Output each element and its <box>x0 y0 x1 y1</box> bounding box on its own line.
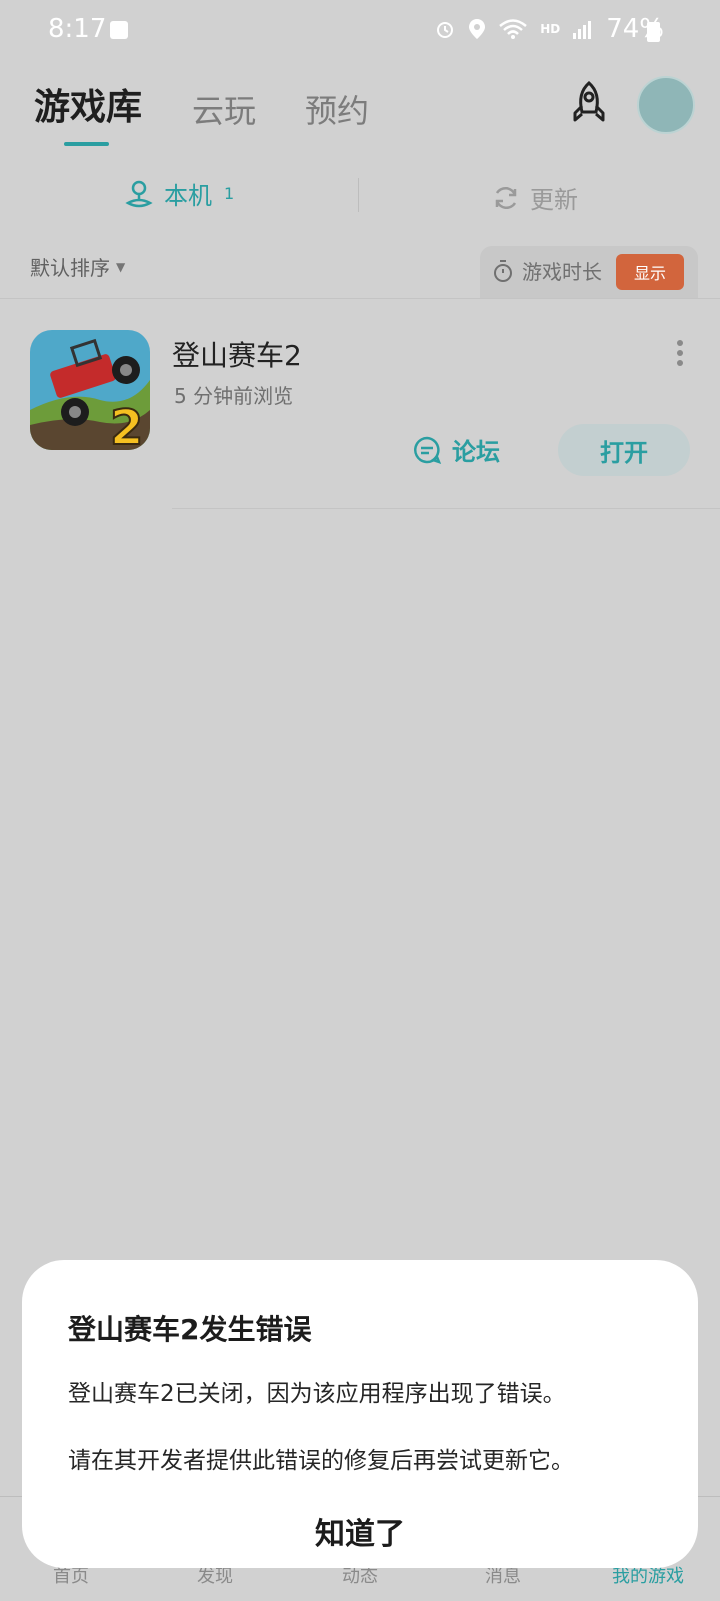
sort-dropdown[interactable]: 默认排序 ▼ <box>30 252 125 281</box>
dialog-message-2: 请在其开发者提供此错误的修复后再尝试更新它。 <box>68 1448 574 1474</box>
forum-label: 论坛 <box>452 438 500 466</box>
playtime-label: 游戏时长 <box>522 260 602 284</box>
battery-icon <box>647 22 660 42</box>
segment-local[interactable]: 本机 1 <box>124 176 234 211</box>
game-icon-badge: 2 <box>110 400 143 450</box>
stopwatch-icon <box>494 259 512 282</box>
game-title[interactable]: 登山赛车2 <box>172 334 302 374</box>
segment-local-count: 1 <box>224 184 235 203</box>
caret-down-icon: ▼ <box>116 259 126 274</box>
local-device-icon <box>125 180 153 207</box>
signal-icon <box>573 21 592 39</box>
sort-label: 默认排序 <box>30 256 110 280</box>
tab-reservation[interactable]: 预约 <box>305 86 369 132</box>
open-game-button[interactable]: 打开 <box>558 424 690 476</box>
segment-update[interactable]: 更新 <box>492 180 578 215</box>
show-playtime-button[interactable]: 显示 <box>616 254 684 290</box>
tab-game-library[interactable]: 游戏库 <box>34 78 142 130</box>
more-vertical-icon[interactable] <box>676 340 684 366</box>
refresh-icon <box>495 186 517 209</box>
active-tab-indicator <box>64 142 109 146</box>
location-icon <box>469 19 486 39</box>
segment-divider <box>358 178 359 212</box>
forum-link[interactable]: 论坛 <box>412 432 500 467</box>
game-last-viewed: 5 分钟前浏览 <box>174 384 294 408</box>
dialog-message-1: 登山赛车2已关闭，因为该应用程序出现了错误。 <box>68 1381 566 1407</box>
segment-update-label: 更新 <box>530 186 578 214</box>
hd-badge: HD <box>540 22 561 36</box>
segment-local-label: 本机 <box>164 182 212 210</box>
playtime-toggle: 游戏时长 <box>492 256 602 285</box>
status-icons: HD 74% <box>434 14 664 44</box>
dialog-ok-button[interactable]: 知道了 <box>260 1508 460 1552</box>
chat-bubble-icon <box>414 436 442 464</box>
tab-cloud-play[interactable]: 云玩 <box>192 86 256 132</box>
wifi-icon <box>499 19 527 39</box>
divider <box>172 508 720 509</box>
status-time: 8:17 <box>48 14 107 44</box>
status-bar: 8:17 HD 74% <box>0 0 720 64</box>
game-icon[interactable]: 2 <box>30 330 150 450</box>
notification-check-icon <box>110 21 128 39</box>
alarm-icon <box>437 22 454 38</box>
rocket-icon[interactable] <box>566 80 612 126</box>
divider <box>0 298 720 299</box>
dialog-title: 登山赛车2发生错误 <box>68 1313 312 1346</box>
avatar[interactable] <box>637 76 695 134</box>
